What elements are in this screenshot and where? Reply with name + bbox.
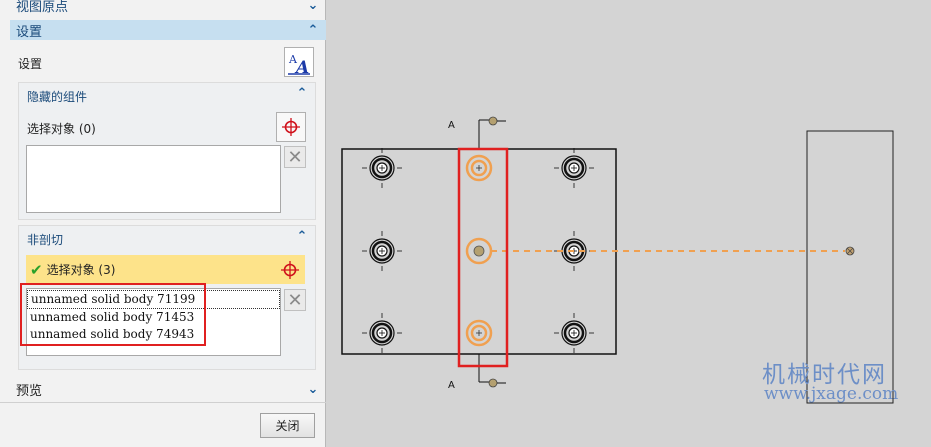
settings-label: 设置	[18, 57, 43, 71]
section-preview-label: 预览	[16, 383, 43, 399]
divider	[0, 402, 326, 403]
hidden-select-button[interactable]	[276, 112, 306, 142]
non-section-title: 非剖切	[27, 233, 64, 247]
hidden-components-list[interactable]	[26, 145, 281, 213]
section-view-origin-label: 视图原点	[16, 0, 69, 15]
section-view-origin[interactable]: 视图原点 ⌄	[10, 0, 326, 15]
checkmark-icon: ✔	[30, 260, 43, 279]
close-icon: ✕	[287, 289, 303, 311]
non-section-remove-button[interactable]: ✕	[284, 289, 306, 311]
hole-mid-left[interactable]	[360, 229, 404, 273]
hidden-select-label: 选择对象 (0)	[27, 122, 96, 136]
section-label-top: A	[448, 120, 455, 131]
selection-highlight-box	[20, 283, 206, 346]
dialog-panel: 视图原点 ⌄ 设置 ⌃ 设置 A A 隐藏的组件 ⌃ 选择对象 (0) ✕ 非剖…	[0, 0, 326, 447]
style-settings-button[interactable]: A A	[284, 47, 314, 77]
hole-top-left[interactable]	[360, 146, 404, 190]
non-section-select-label: 选择对象 (3)	[46, 263, 116, 277]
section-settings[interactable]: 设置 ⌃	[10, 20, 326, 40]
chevron-up-icon[interactable]: ⌃	[295, 86, 309, 101]
highlighted-hole-middle[interactable]	[465, 237, 493, 265]
hidden-components-title: 隐藏的组件	[27, 90, 88, 104]
hole-top-right[interactable]	[552, 146, 596, 190]
section-preview[interactable]: 预览 ⌄	[10, 379, 326, 399]
highlighted-hole-bottom[interactable]	[465, 319, 493, 347]
hole-bottom-right[interactable]	[552, 311, 596, 355]
section-label-bottom: A	[448, 380, 455, 391]
highlighted-hole-top[interactable]	[465, 154, 493, 182]
chevron-down-icon[interactable]: ⌄	[306, 0, 320, 13]
close-button-label: 关闭	[275, 419, 300, 433]
chevron-up-icon[interactable]: ⌃	[295, 229, 309, 244]
chevron-down-icon[interactable]: ⌄	[306, 382, 320, 397]
close-icon: ✕	[287, 146, 303, 168]
section-settings-label: 设置	[16, 24, 43, 40]
close-button[interactable]: 关闭	[260, 413, 315, 438]
crosshair-select-icon	[281, 260, 299, 279]
crosshair-select-icon	[282, 118, 300, 136]
side-view-point[interactable]	[845, 246, 855, 256]
non-section-select-row[interactable]: ✔ 选择对象 (3)	[26, 255, 300, 284]
svg-text:A: A	[294, 58, 309, 75]
watermark-url: www.jxage.com	[764, 384, 899, 404]
non-section-select-button[interactable]	[275, 255, 305, 284]
hidden-remove-button[interactable]: ✕	[284, 146, 306, 168]
chevron-up-icon[interactable]: ⌃	[306, 23, 320, 38]
text-style-icon: A A	[288, 53, 310, 75]
hole-bottom-left[interactable]	[360, 311, 404, 355]
